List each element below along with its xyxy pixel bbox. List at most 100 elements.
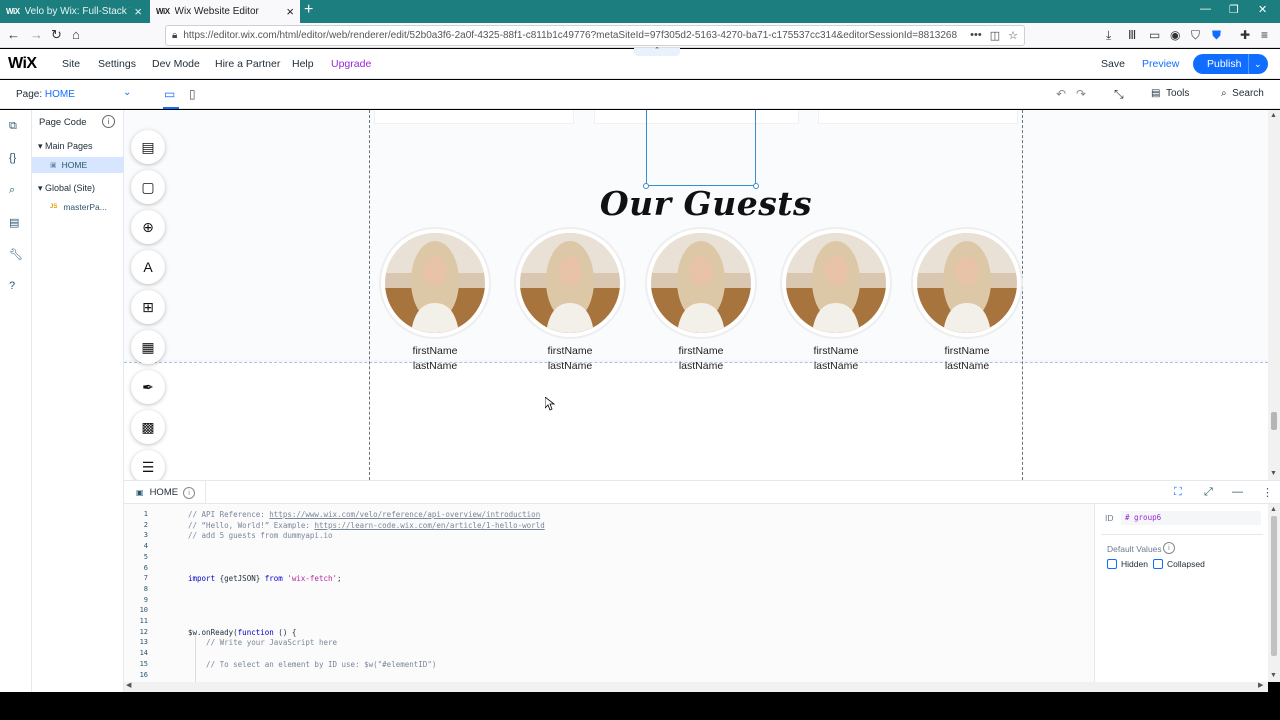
editor-scrollbar[interactable]: ▲ ▼ (1268, 504, 1280, 682)
guest-avatar[interactable] (516, 229, 624, 337)
pages-icon[interactable]: ▤ (131, 130, 165, 164)
checkbox-box[interactable] (1153, 559, 1163, 569)
menu-help[interactable]: Help (292, 58, 314, 70)
account-icon[interactable]: ◉ (1170, 28, 1180, 42)
menu-dev-mode[interactable]: Dev Mode (152, 58, 200, 70)
guest-avatar[interactable] (782, 229, 890, 337)
media-icon[interactable]: ▦ (131, 330, 165, 364)
scroll-right-icon[interactable]: ▶ (1258, 681, 1263, 689)
browser-tab-editor[interactable]: WiX Wix Website Editor × (150, 0, 300, 23)
pocket-icon[interactable]: ◫ (990, 29, 1000, 42)
menu-settings[interactable]: Settings (98, 58, 136, 70)
selected-element-frame[interactable] (646, 110, 756, 186)
menu-hire-a-partner[interactable]: Hire a Partner (215, 58, 280, 70)
menu-upgrade[interactable]: Upgrade (331, 58, 371, 70)
guest-card[interactable]: firstName lastName (516, 229, 624, 372)
code-token[interactable]: https://www.wix.com/velo/reference/api-o… (269, 510, 540, 519)
guest-avatar[interactable] (913, 229, 1021, 337)
scroll-down-icon[interactable]: ▼ (1270, 672, 1277, 679)
page-code-files-icon[interactable]: ⧉ (9, 120, 17, 133)
extensions-puzzle-icon[interactable]: ✚ (1240, 28, 1250, 42)
close-icon[interactable]: × (286, 4, 294, 19)
editor-canvas[interactable]: Our Guests firstName lastName firstName las… (124, 110, 1268, 480)
scroll-up-icon[interactable]: ▲ (1270, 112, 1277, 119)
database-icon[interactable]: ▤ (9, 216, 19, 229)
search-icon[interactable]: ⌕ (9, 184, 15, 197)
editor-horizontal-scrollbar[interactable]: ◀ ▶ (124, 682, 1268, 692)
properties-panel-icon[interactable]: ⛶ (1174, 486, 1182, 499)
checkbox-box[interactable] (1107, 559, 1117, 569)
guest-card[interactable]: firstName lastName (647, 229, 755, 372)
element-id-field[interactable]: # group6 (1121, 511, 1261, 525)
file-home[interactable]: ▣ HOME (32, 157, 124, 173)
code-braces-icon[interactable]: {} (9, 152, 16, 164)
editor-tab-home[interactable]: ▣ HOME i (124, 481, 206, 504)
home-icon[interactable]: ⌂ (72, 27, 80, 42)
preview-button[interactable]: Preview (1142, 58, 1179, 70)
bookings-calendar-icon[interactable]: ▩ (131, 410, 165, 444)
download-icon[interactable]: ⤓ (1106, 28, 1111, 43)
collapsed-checkbox[interactable]: Collapsed (1153, 559, 1205, 569)
code-line[interactable]: $w.onReady(function () { (188, 628, 296, 637)
close-window-icon[interactable]: ✕ (1258, 3, 1267, 16)
shield-icon[interactable]: ⛉ (1191, 28, 1200, 43)
page-selector[interactable]: Page: HOME (16, 89, 75, 100)
restore-icon[interactable]: ❐ (1229, 3, 1239, 16)
card-stub[interactable] (374, 110, 574, 124)
info-icon[interactable]: i (1163, 542, 1175, 554)
mobile-icon[interactable]: ▯ (189, 87, 196, 101)
address-bar[interactable]: 🔒︎ https://editor.wix.com/html/editor/we… (165, 25, 1025, 46)
canvas-scrollbar[interactable]: ▲ ▼ (1268, 110, 1280, 480)
group-main-pages[interactable]: ▾ Main Pages (38, 141, 93, 152)
add-apps-icon[interactable]: ⊞ (131, 290, 165, 324)
maximize-icon[interactable]: ⤢ (1204, 486, 1213, 499)
browser-tab-velo[interactable]: WiX Velo by Wix: Full-Stack Web De × (0, 0, 148, 23)
tools-button[interactable]: ▤ Tools (1151, 88, 1189, 99)
code-line[interactable]: // add 5 guests from dummyapi.io (188, 531, 333, 540)
code-line[interactable]: // Write your JavaScript here (188, 638, 337, 647)
desktop-icon[interactable]: ▭ (164, 87, 175, 101)
close-icon[interactable]: × (134, 4, 142, 19)
help-icon[interactable]: ? (9, 280, 15, 292)
zoom-out-icon[interactable]: ⤡ (1114, 87, 1124, 102)
scroll-thumb[interactable] (1271, 412, 1277, 430)
redo-icon[interactable]: ↷ (1076, 87, 1086, 101)
scroll-thumb[interactable] (1271, 516, 1277, 656)
forward-icon[interactable]: → (30, 27, 43, 42)
cms-list-icon[interactable]: ☰ (131, 450, 165, 484)
code-line[interactable]: import {getJSON} from 'wix-fetch'; (188, 574, 342, 583)
back-icon[interactable]: ← (7, 27, 20, 42)
scroll-left-icon[interactable]: ◀ (126, 681, 131, 689)
info-icon[interactable]: i (102, 115, 115, 128)
card-stub[interactable] (818, 110, 1018, 124)
more-options-icon[interactable]: ⋮ (1262, 486, 1273, 499)
hidden-checkbox[interactable]: Hidden (1107, 559, 1148, 569)
undo-icon[interactable]: ↶ (1056, 87, 1066, 101)
sidebar-icon[interactable]: ▭ (1149, 28, 1160, 42)
file-masterpage[interactable]: JS masterPa... (32, 199, 124, 215)
code-editor[interactable]: 1 2 3 4 5 6 7 8 9 10 11 12 13 14 15 16 // API Reference… (124, 504, 1094, 682)
guest-card[interactable]: firstName lastName (782, 229, 890, 372)
scroll-up-icon[interactable]: ▲ (1270, 506, 1277, 513)
theme-icon[interactable]: A (131, 250, 165, 284)
chevron-down-icon[interactable]: ⌄ (123, 87, 131, 98)
code-line[interactable]: // To select an element by ID use: $w("#… (188, 660, 436, 669)
tools-wrench-icon[interactable]: 🔧︎ (9, 248, 23, 261)
guests-heading[interactable]: Our Guests (594, 184, 818, 223)
guest-avatar[interactable] (647, 229, 755, 337)
search-button[interactable]: ⌕ Search (1221, 88, 1264, 99)
menu-icon[interactable]: ≡ (1261, 28, 1268, 42)
save-button[interactable]: Save (1101, 58, 1125, 70)
reload-icon[interactable]: ↻ (51, 27, 62, 43)
more-icon[interactable]: ••• (970, 29, 982, 42)
code-line[interactable]: // API Reference: https://www.wix.com/ve… (188, 510, 540, 519)
extension-icon[interactable]: ⛊ (1212, 28, 1221, 43)
code-line[interactable]: // “Hello, World!” Example: https://lear… (188, 521, 545, 530)
guest-avatar[interactable] (381, 229, 489, 337)
code-token[interactable]: https://learn-code.wix.com/en/article/1-… (314, 521, 544, 530)
chevron-down-icon[interactable]: ⌄ (1248, 54, 1262, 74)
background-icon[interactable]: ▢ (131, 170, 165, 204)
wix-logo[interactable]: WiX (8, 55, 37, 73)
group-global-site[interactable]: ▾ Global (Site) (38, 183, 95, 194)
bookmark-star-icon[interactable]: ☆ (1008, 29, 1018, 42)
